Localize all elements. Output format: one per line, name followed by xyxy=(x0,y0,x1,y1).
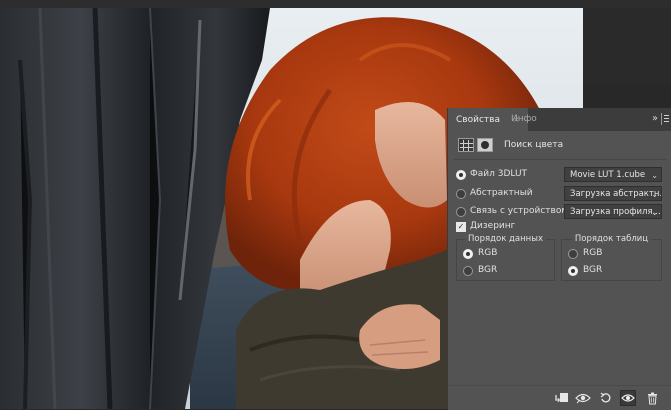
dither-label: Дизеринг xyxy=(470,221,516,231)
table-order-rgb-label: RGB xyxy=(583,248,603,258)
data-order-group: Порядок данных RGB BGR xyxy=(456,234,555,281)
dither-checkbox[interactable]: ✓ xyxy=(456,222,466,232)
document-tab-strip xyxy=(0,0,671,8)
device-link-select[interactable]: Загрузка профиля... ⌄ xyxy=(564,204,662,219)
abstract-select[interactable]: Загрузка абстрактн... ⌄ xyxy=(564,186,662,201)
divider xyxy=(454,159,666,160)
abstract-radio[interactable] xyxy=(456,189,466,199)
data-order-bgr-label: BGR xyxy=(478,265,498,275)
adjustment-header: Поиск цвета xyxy=(458,137,563,153)
table-order-bgr-radio[interactable] xyxy=(568,266,578,276)
tab-properties-label: Свойства xyxy=(456,115,500,125)
abstract-value: Загрузка абстрактн... xyxy=(570,189,662,199)
device-link-radio[interactable] xyxy=(456,207,466,217)
panel-bottom-toolbar xyxy=(448,385,671,410)
table-order-group: Порядок таблиц RGB BGR xyxy=(561,234,662,281)
data-order-rgb-label: RGB xyxy=(478,248,498,258)
abstract-label: Абстрактный xyxy=(470,188,533,198)
workspace-gap xyxy=(583,8,671,84)
data-order-title: Порядок данных xyxy=(465,234,546,244)
data-order-bgr-radio[interactable] xyxy=(463,266,473,276)
chevron-down-icon: ⌄ xyxy=(651,171,658,180)
layer-mask-icon[interactable] xyxy=(477,138,493,152)
view-previous-state-icon[interactable] xyxy=(575,390,591,406)
file-3dlut-label: Файл 3DLUT xyxy=(470,169,528,179)
collapse-panel-icon[interactable]: ›› xyxy=(652,113,658,124)
reset-icon[interactable] xyxy=(598,390,614,406)
file-3dlut-value: Movie LUT 1.cube xyxy=(570,170,646,180)
device-link-value: Загрузка профиля... xyxy=(570,207,661,217)
color-lookup-grid-icon xyxy=(458,138,474,152)
tab-info[interactable]: Инфо xyxy=(503,108,545,131)
data-order-rgb-radio[interactable] xyxy=(463,249,473,259)
properties-panel: Свойства × Инфо ›› Поиск цвета Файл 3DLU… xyxy=(447,108,671,410)
tab-info-label: Инфо xyxy=(511,114,537,124)
visibility-eye-icon[interactable] xyxy=(620,390,636,406)
clip-to-layer-icon[interactable] xyxy=(554,390,570,406)
chevron-down-icon: ⌄ xyxy=(651,208,658,217)
chevron-down-icon: ⌄ xyxy=(651,190,658,199)
device-link-label: Связь с устройством xyxy=(470,206,569,216)
trash-icon[interactable] xyxy=(644,390,660,406)
panel-tab-bar: Свойства × Инфо ›› xyxy=(448,108,671,131)
panel-menu-icon[interactable] xyxy=(661,113,669,125)
file-3dlut-radio[interactable] xyxy=(456,170,466,180)
adjustment-title: Поиск цвета xyxy=(504,140,564,150)
table-order-bgr-label: BGR xyxy=(583,265,603,275)
table-order-title: Порядок таблиц xyxy=(571,234,652,244)
file-3dlut-select[interactable]: Movie LUT 1.cube ⌄ xyxy=(564,167,662,182)
table-order-rgb-radio[interactable] xyxy=(568,249,578,259)
